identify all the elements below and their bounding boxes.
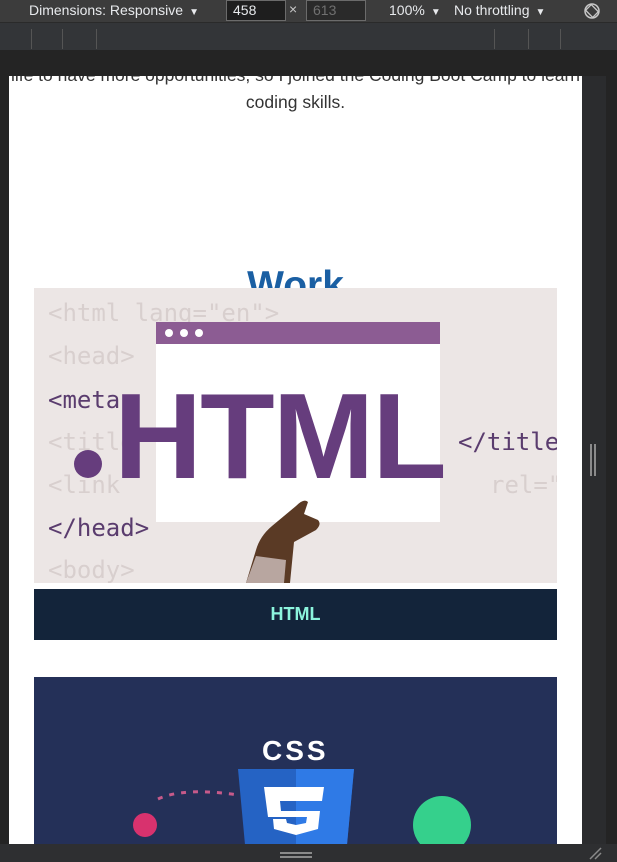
about-text: life to have more opportunities, so I jo…	[11, 76, 580, 112]
resize-handle-right[interactable]	[590, 444, 596, 476]
media-query-ruler	[0, 22, 617, 52]
code-line: </head>	[48, 514, 149, 542]
code-line: rel="	[490, 471, 557, 499]
dimensions-dropdown[interactable]: Dimensions: Responsive ▼	[29, 0, 199, 22]
project-caption[interactable]: HTML	[34, 589, 557, 640]
zoom-dropdown[interactable]: 100% ▼	[389, 0, 441, 22]
width-input[interactable]: 458	[226, 0, 286, 21]
project-image-html[interactable]: <html lang="en"> <head> <meta <title </t…	[34, 288, 557, 583]
css-illustration: CSS	[133, 735, 471, 844]
device-toolbar: Dimensions: Responsive ▼ 458 × 613 100% ▼ …	[0, 0, 617, 22]
times-icon: ×	[289, 1, 298, 17]
corner-resize-icon[interactable]	[588, 846, 602, 860]
height-input[interactable]: 613	[306, 0, 366, 21]
project-image-css[interactable]: CSS	[34, 677, 557, 844]
code-line: <meta	[48, 386, 120, 414]
resize-handle-bottom[interactable]	[280, 852, 312, 858]
html-big-word: HTML	[114, 368, 445, 504]
css-label: CSS	[262, 735, 329, 766]
rotate-icon[interactable]	[583, 2, 601, 20]
code-line: </title	[458, 428, 557, 456]
throttling-dropdown[interactable]: No throttling ▼	[454, 0, 545, 22]
html-illustration: <html lang="en"> <head> <meta <title </t…	[48, 299, 557, 583]
caret-down-icon: ▼	[189, 7, 199, 18]
code-line: <head>	[48, 342, 135, 370]
caret-down-icon: ▼	[430, 7, 441, 18]
caret-down-icon: ▼	[535, 7, 546, 18]
code-line: <body>	[48, 556, 135, 583]
device-viewport: life to have more opportunities, so I jo…	[9, 76, 582, 844]
throttling-label: No throttling	[454, 2, 530, 18]
zoom-label: 100%	[389, 2, 425, 18]
dimensions-label: Dimensions: Responsive	[29, 2, 184, 18]
